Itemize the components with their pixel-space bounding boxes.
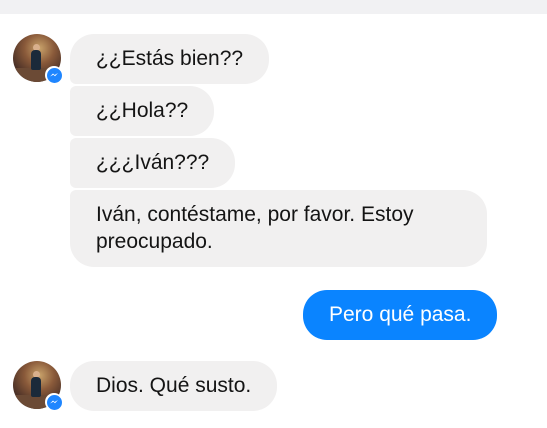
contact-avatar[interactable]	[13, 34, 63, 84]
message-bubble-outgoing[interactable]: Pero qué pasa.	[303, 290, 498, 340]
message-bubble-incoming[interactable]: ¿¿¿Iván???	[70, 138, 236, 188]
message-text: Iván, contéstame, por favor. Estoy preoc…	[96, 203, 414, 253]
message-bubble-incoming[interactable]: Iván, contéstame, por favor. Estoy preoc…	[70, 190, 487, 267]
message-bubble-incoming[interactable]: ¿¿Hola??	[70, 86, 215, 136]
message-bubble-incoming[interactable]: ¿¿Estás bien??	[70, 34, 270, 84]
message-bubble-incoming[interactable]: Dios. Qué susto.	[70, 361, 278, 411]
message-text: Dios. Qué susto.	[96, 374, 252, 397]
message-text: ¿¿Estás bien??	[96, 47, 244, 70]
message-text: ¿¿Hola??	[96, 99, 189, 122]
messenger-icon	[45, 66, 63, 84]
contact-avatar[interactable]	[13, 361, 63, 411]
top-bar	[0, 0, 547, 14]
message-text: Pero qué pasa.	[329, 303, 472, 326]
messenger-icon	[45, 393, 63, 411]
message-text: ¿¿¿Iván???	[96, 151, 210, 174]
